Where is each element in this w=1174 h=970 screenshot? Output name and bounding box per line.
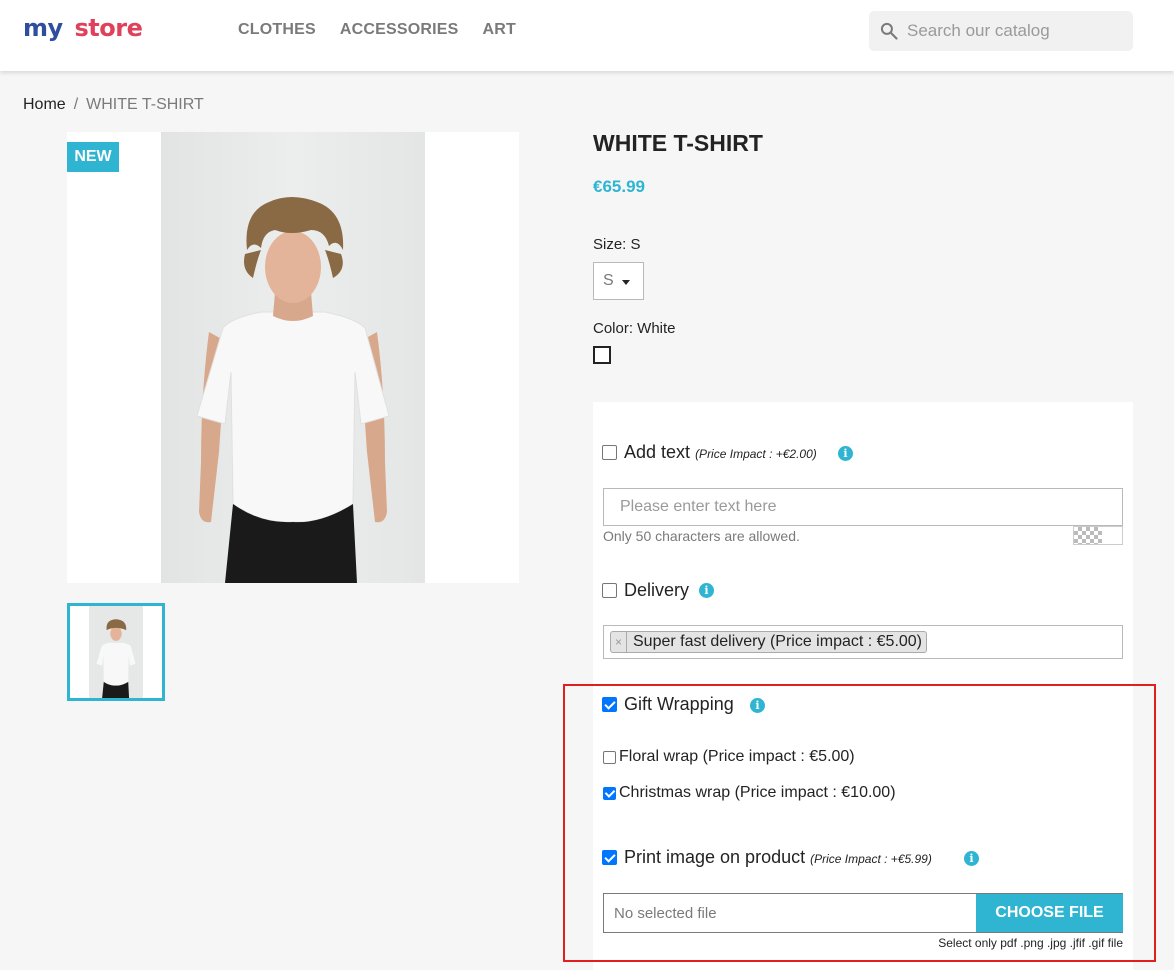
new-badge: NEW [67,142,119,172]
print-image-price-impact: (Price Impact : +€5.99) [810,852,932,866]
color-swatch-white[interactable] [593,346,611,364]
file-upload[interactable]: No selected file CHOOSE FILE [603,893,1123,933]
logo-part-my: my [23,14,63,42]
delivery-selected-tag: × Super fast delivery (Price impact : €5… [610,631,928,653]
add-text-option: Add text (Price Impact : +€2.00) [624,442,817,463]
breadcrumb: Home / WHITE T-SHIRT [23,96,204,114]
search-box [869,11,1133,51]
delivery-tag-text: Super fast delivery (Price impact : €5.0… [633,633,923,650]
custom-text-input[interactable] [603,488,1123,526]
main-nav: CLOTHES ACCESSORIES ART [238,21,516,39]
file-type-hint: Select only pdf .png .jpg .jfif .gif fil… [938,936,1123,950]
product-price: €65.99 [593,177,645,196]
chevron-down-icon [622,280,630,285]
gift-wrapping-label: Gift Wrapping [624,694,734,714]
search-input[interactable] [907,11,1127,51]
product-thumbnail[interactable] [67,603,165,701]
text-preview-swatch [1073,526,1123,545]
site-header: my store CLOTHES ACCESSORIES ART [0,0,1174,71]
product-photo [161,132,425,583]
christmas-wrap-checkbox[interactable] [603,787,616,800]
print-image-label: Print image on product [624,847,806,867]
floral-wrap-checkbox[interactable] [603,751,616,764]
breadcrumb-current: WHITE T-SHIRT [86,96,204,113]
breadcrumb-home[interactable]: Home [23,96,66,113]
size-select-value: S [603,272,614,289]
floral-wrap-label: Floral wrap (Price impact : €5.00) [619,748,855,765]
thumbnail-photo [89,606,143,698]
delivery-info-icon[interactable]: i [699,583,714,598]
nav-art[interactable]: ART [483,21,516,39]
size-select[interactable]: S [593,262,644,300]
breadcrumb-separator: / [73,96,79,113]
add-text-info-icon[interactable]: i [838,446,853,461]
color-label: Color: White [593,320,676,337]
size-label: Size: S [593,236,641,253]
nav-clothes[interactable]: CLOTHES [238,21,316,39]
print-image-option: Print image on product (Price Impact : +… [624,847,932,868]
print-image-info-icon[interactable]: i [964,851,979,866]
add-text-checkbox[interactable] [602,445,617,460]
remove-tag-icon[interactable]: × [611,632,627,652]
gift-wrapping-info-icon[interactable]: i [750,698,765,713]
search-icon[interactable] [879,21,899,41]
nav-accessories[interactable]: ACCESSORIES [340,21,459,39]
logo-part-store: store [74,14,143,42]
add-text-price-impact: (Price Impact : +€2.00) [695,447,817,461]
print-image-checkbox[interactable] [602,850,617,865]
store-logo[interactable]: my store [23,14,143,42]
add-text-label: Add text [624,442,691,462]
customization-panel: Add text (Price Impact : +€2.00) i Only … [593,402,1133,970]
product-cover[interactable]: NEW [67,132,519,583]
delivery-label: Delivery [624,580,690,600]
file-name-display: No selected file [614,905,717,922]
delivery-checkbox[interactable] [602,583,617,598]
gift-wrapping-checkbox[interactable] [602,697,617,712]
text-length-hint: Only 50 characters are allowed. [603,528,800,544]
christmas-wrap-label: Christmas wrap (Price impact : €10.00) [619,784,896,801]
choose-file-button[interactable]: CHOOSE FILE [976,894,1123,932]
product-title: WHITE T-SHIRT [593,130,763,156]
delivery-select[interactable]: × Super fast delivery (Price impact : €5… [603,625,1123,659]
